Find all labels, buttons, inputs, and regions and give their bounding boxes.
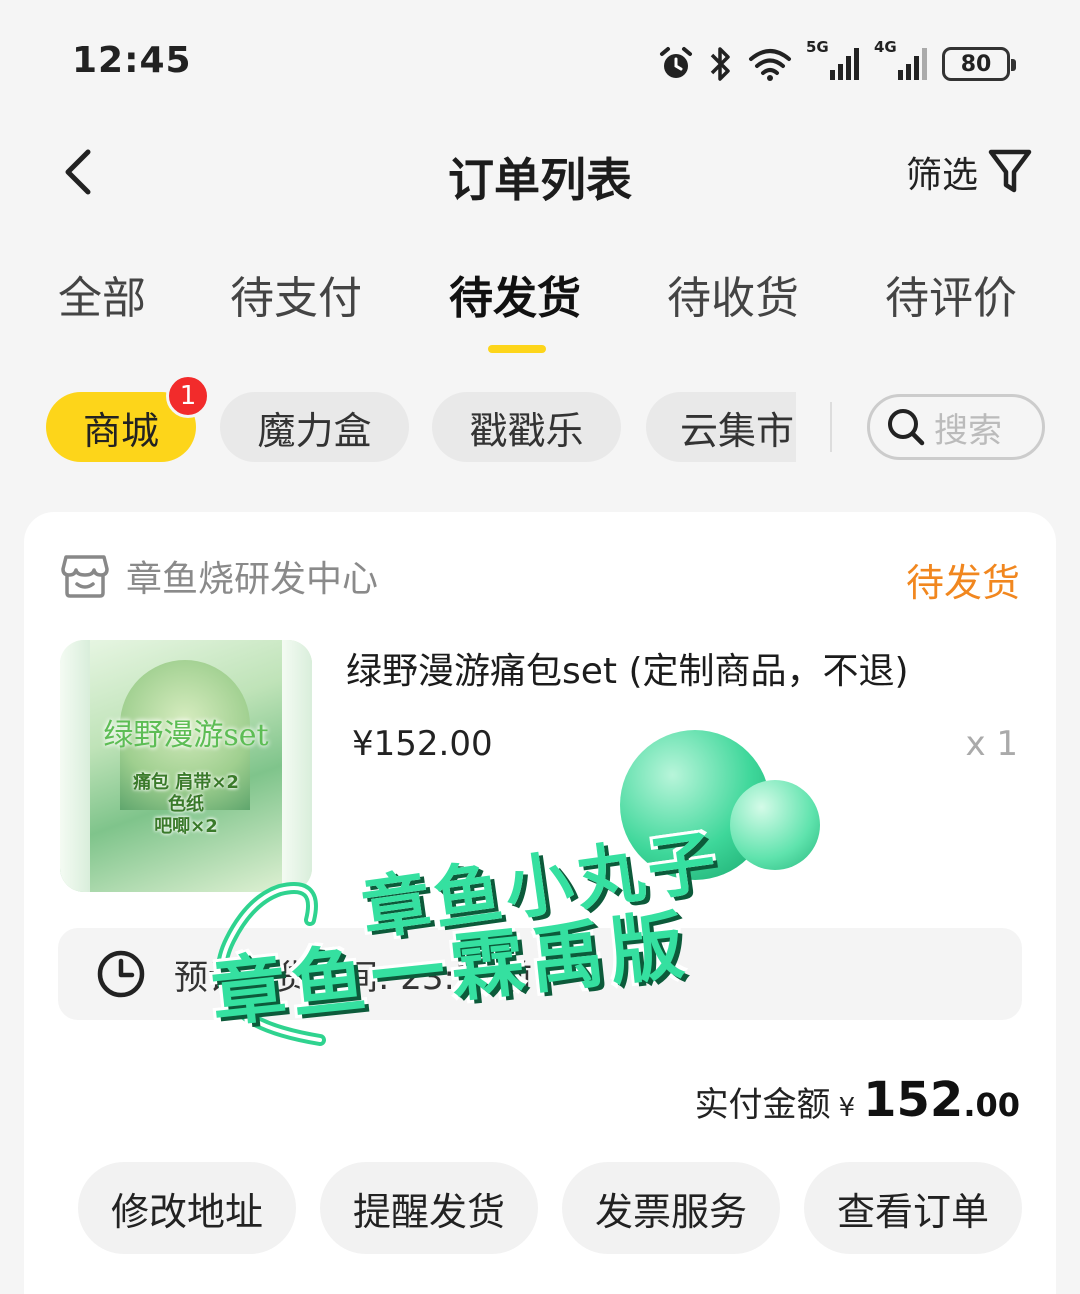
- filter-label: 筛选: [905, 155, 978, 196]
- status-icons: 5G 4G 80: [658, 38, 1016, 88]
- product-price: ¥152.00: [352, 724, 493, 764]
- active-tab-indicator: [488, 345, 546, 353]
- search-icon: [888, 409, 925, 446]
- notification-badge: 1: [166, 374, 210, 418]
- order-status-tabs: 全部 待支付 待发货 待收货 待评价: [0, 262, 1080, 352]
- product-image-line-3: 吧唧×2: [154, 816, 218, 837]
- chip-poke-fun[interactable]: 戳戳乐: [432, 392, 621, 462]
- product-image[interactable]: 绿野漫游set 痛包 肩带×2 色纸 吧唧×2: [60, 640, 312, 892]
- shipping-info: 预计发货时间: 23:59前: [58, 928, 1022, 1020]
- alarm-icon: [660, 47, 692, 78]
- store-icon: [61, 555, 109, 598]
- order-actions: 修改地址 提醒发货 发票服务 查看订单: [78, 1162, 1028, 1254]
- search-input[interactable]: 搜索: [867, 394, 1045, 460]
- channel-chips: 商城 1 魔力盒 戳戳乐 云集市 搜索: [0, 374, 1080, 464]
- clock-icon: [97, 950, 145, 998]
- remind-shipment-button[interactable]: 提醒发货: [320, 1162, 538, 1254]
- chip-cloud-market[interactable]: 云集市: [646, 392, 796, 462]
- tab-pending-payment[interactable]: 待支付: [230, 262, 362, 326]
- net-4g-label: 4G: [874, 38, 897, 56]
- status-time: 12:45: [72, 40, 192, 81]
- shipping-time-text: 预计发货时间: 23:59前: [174, 957, 533, 998]
- tab-pending-review[interactable]: 待评价: [885, 262, 1017, 326]
- tab-all[interactable]: 全部: [58, 262, 146, 326]
- order-card[interactable]: 章鱼烧研发中心 待发货 绿野漫游set 痛包 肩带×2 色纸 吧唧×2 绿野漫游…: [24, 512, 1056, 1294]
- chip-divider: [830, 402, 832, 452]
- chip-magic-box[interactable]: 魔力盒: [220, 392, 409, 462]
- funnel-icon: [988, 149, 1032, 193]
- total-label: 实付金额: [694, 1085, 831, 1125]
- net-5g-label: 5G: [806, 38, 829, 56]
- product-image-title: 绿野漫游set: [103, 718, 269, 753]
- image-pillar-left: [60, 640, 90, 892]
- chip-mall[interactable]: 商城 1: [46, 374, 210, 462]
- image-pillar-right: [282, 640, 312, 892]
- order-status-label: 待发货: [905, 561, 1020, 605]
- wifi-icon: [749, 49, 791, 81]
- tab-pending-shipment[interactable]: 待发货: [449, 262, 581, 326]
- header: 订单列表 筛选: [0, 130, 1080, 220]
- search-placeholder: 搜索: [934, 410, 1002, 451]
- battery-level: 80: [960, 51, 992, 77]
- product-quantity: x 1: [965, 724, 1018, 764]
- view-order-button[interactable]: 查看订单: [804, 1162, 1022, 1254]
- tab-pending-receipt[interactable]: 待收货: [667, 262, 799, 326]
- signal-4g-icon: 4G: [874, 38, 928, 84]
- chip-mall-label: 商城: [82, 408, 159, 453]
- status-bar: 12:45 5G 4G 80: [0, 0, 1080, 120]
- product-name[interactable]: 绿野漫游痛包set (定制商品，不退): [346, 642, 909, 694]
- shop-name: 章鱼烧研发中心: [126, 559, 379, 600]
- bluetooth-icon: [710, 47, 730, 81]
- signal-5g-icon: 5G: [806, 38, 860, 84]
- total-amount-decimal: .00: [963, 1086, 1020, 1124]
- filter-button[interactable]: 筛选: [906, 146, 1032, 198]
- shop-link[interactable]: 章鱼烧研发中心: [60, 550, 378, 602]
- total-paid: 实付金额 ¥ 152 .00: [695, 1072, 1020, 1128]
- total-amount-integer: 152: [863, 1072, 964, 1128]
- invoice-service-button[interactable]: 发票服务: [562, 1162, 780, 1254]
- total-currency: ¥: [838, 1093, 856, 1123]
- modify-address-button[interactable]: 修改地址: [78, 1162, 296, 1254]
- battery-icon: 80: [942, 47, 1016, 81]
